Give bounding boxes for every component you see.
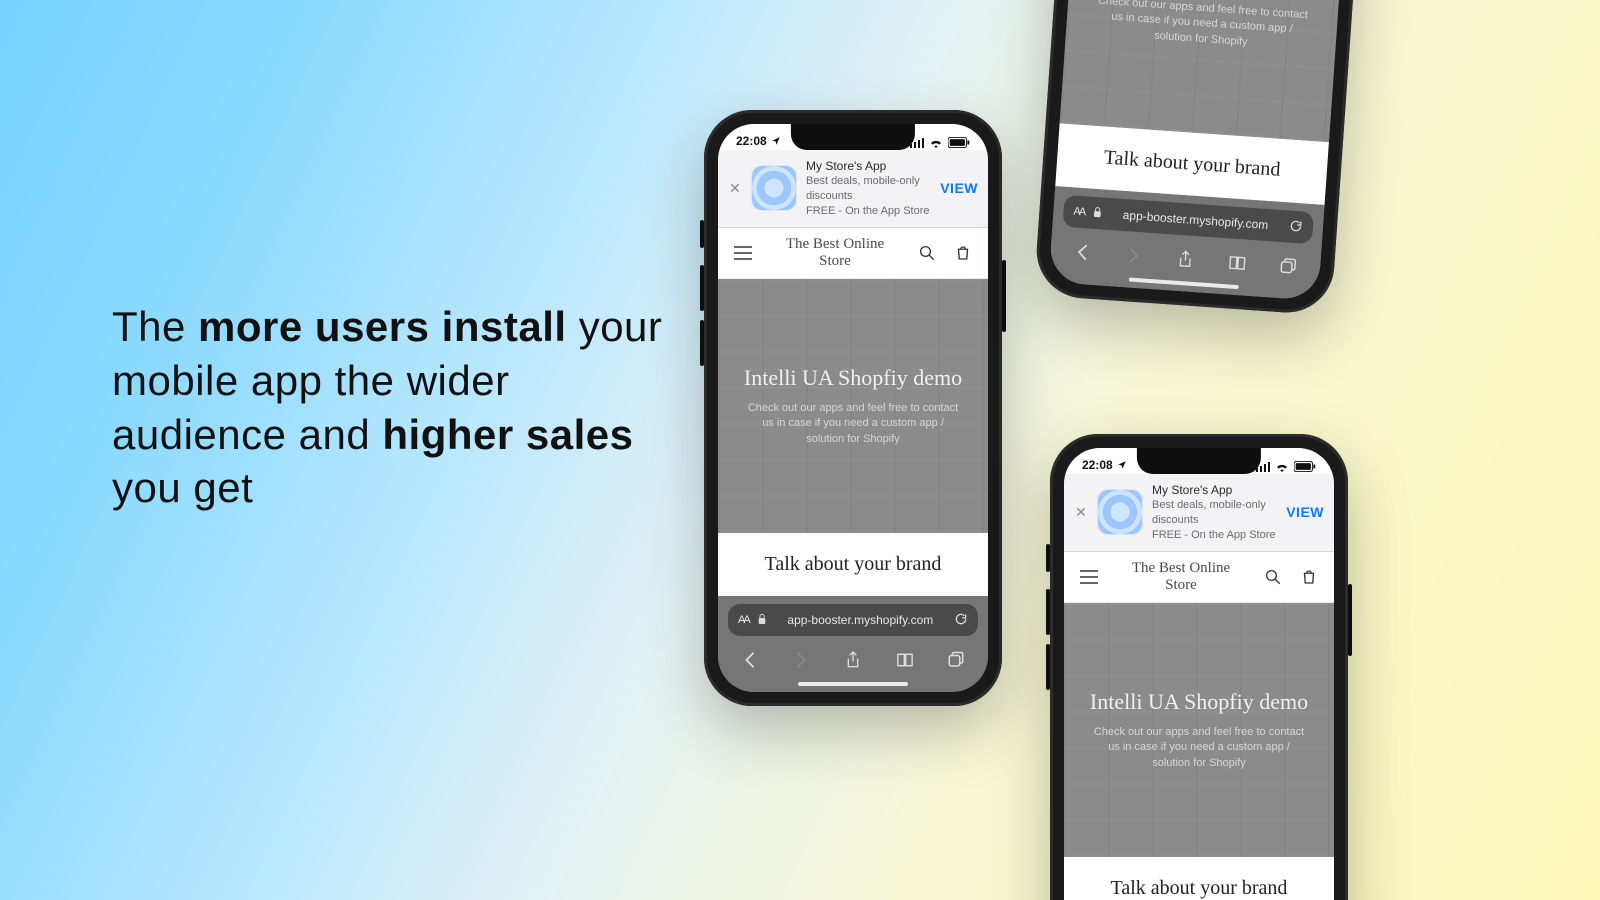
hero-section: Intelli UA Shopfiy demo Check out our ap…	[1064, 603, 1334, 857]
lock-icon	[757, 613, 767, 628]
hamburger-menu-icon[interactable]	[1078, 566, 1100, 588]
banner-subtitle: Best deals, mobile-only discounts	[806, 174, 930, 204]
tabs-icon[interactable]	[1274, 254, 1304, 280]
hero-title: Intelli UA Shopfiy demo	[744, 365, 962, 391]
hero-section: Intelli UA Shopfiy demo Check out our ap…	[718, 279, 988, 533]
store-name: The Best OnlineStore	[786, 236, 884, 271]
phone-mockup-3: 22:08 ✕ My Store's App Best deals, mobil…	[1050, 434, 1348, 900]
reader-aa-icon[interactable]: AA	[738, 614, 749, 626]
safari-toolbar	[718, 642, 988, 676]
status-time: 22:08	[736, 134, 767, 148]
hero-subtitle: Check out our apps and feel free to cont…	[743, 401, 963, 447]
bookmarks-icon[interactable]	[891, 648, 919, 672]
hero-section: Intelli UA Shopfiy demo Check out our ap…	[1060, 0, 1347, 142]
headline-seg-3: you get	[112, 464, 253, 511]
cart-icon[interactable]	[952, 242, 974, 264]
device-notch	[791, 124, 915, 150]
store-name: The Best OnlineStore	[1132, 560, 1230, 595]
home-indicator	[718, 676, 988, 692]
safari-address-bar[interactable]: AA app-booster.myshopify.com	[728, 604, 978, 636]
location-icon	[771, 136, 781, 146]
headline-bold-1: more users install	[198, 303, 566, 350]
search-icon[interactable]	[1262, 566, 1284, 588]
banner-title: My Store's App	[806, 158, 930, 174]
location-icon	[1117, 460, 1127, 470]
banner-close-button[interactable]: ✕	[728, 180, 742, 197]
store-header: The Best OnlineStore	[718, 228, 988, 280]
search-icon[interactable]	[916, 242, 938, 264]
wifi-icon	[929, 138, 943, 148]
battery-icon	[948, 137, 970, 148]
hamburger-menu-icon[interactable]	[732, 242, 754, 264]
wifi-icon	[1275, 462, 1289, 472]
marketing-headline: The more users install your mobile app t…	[112, 300, 672, 515]
banner-freeline: FREE - On the App Store	[806, 204, 930, 219]
phone-mockup-2: 22:08 ✕ My Store's App Best deals, mobil…	[1034, 0, 1373, 316]
banner-view-button[interactable]: VIEW	[1286, 504, 1324, 520]
banner-app-icon	[1098, 490, 1142, 534]
forward-icon	[787, 648, 815, 672]
banner-app-icon	[752, 166, 796, 210]
brand-strip: Talk about your brand	[1064, 857, 1334, 900]
brand-strip: Talk about your brand	[718, 533, 988, 596]
reload-icon[interactable]	[954, 612, 968, 629]
store-header: The Best OnlineStore	[1064, 552, 1334, 604]
smart-app-banner: ✕ My Store's App Best deals, mobile-only…	[1064, 474, 1334, 552]
bookmarks-icon[interactable]	[1222, 250, 1252, 276]
battery-icon	[1294, 461, 1316, 472]
headline-bold-2: higher sales	[382, 411, 633, 458]
lock-icon	[1092, 205, 1103, 221]
cart-icon[interactable]	[1298, 566, 1320, 588]
back-icon[interactable]	[736, 648, 764, 672]
headline-seg-1: The	[112, 303, 198, 350]
banner-close-button[interactable]: ✕	[1074, 504, 1088, 521]
address-url: app-booster.myshopify.com	[775, 613, 946, 627]
back-icon[interactable]	[1068, 239, 1098, 265]
banner-view-button[interactable]: VIEW	[940, 180, 978, 196]
share-icon[interactable]	[1171, 246, 1201, 272]
smart-app-banner: ✕ My Store's App Best deals, mobile-only…	[718, 150, 988, 228]
share-icon[interactable]	[839, 648, 867, 672]
reload-icon[interactable]	[1288, 218, 1303, 236]
forward-icon	[1119, 243, 1149, 269]
phone-mockup-1: 22:08 ✕ My Store's App Best deals, m	[704, 110, 1002, 706]
device-notch	[1137, 448, 1261, 474]
tabs-icon[interactable]	[942, 648, 970, 672]
